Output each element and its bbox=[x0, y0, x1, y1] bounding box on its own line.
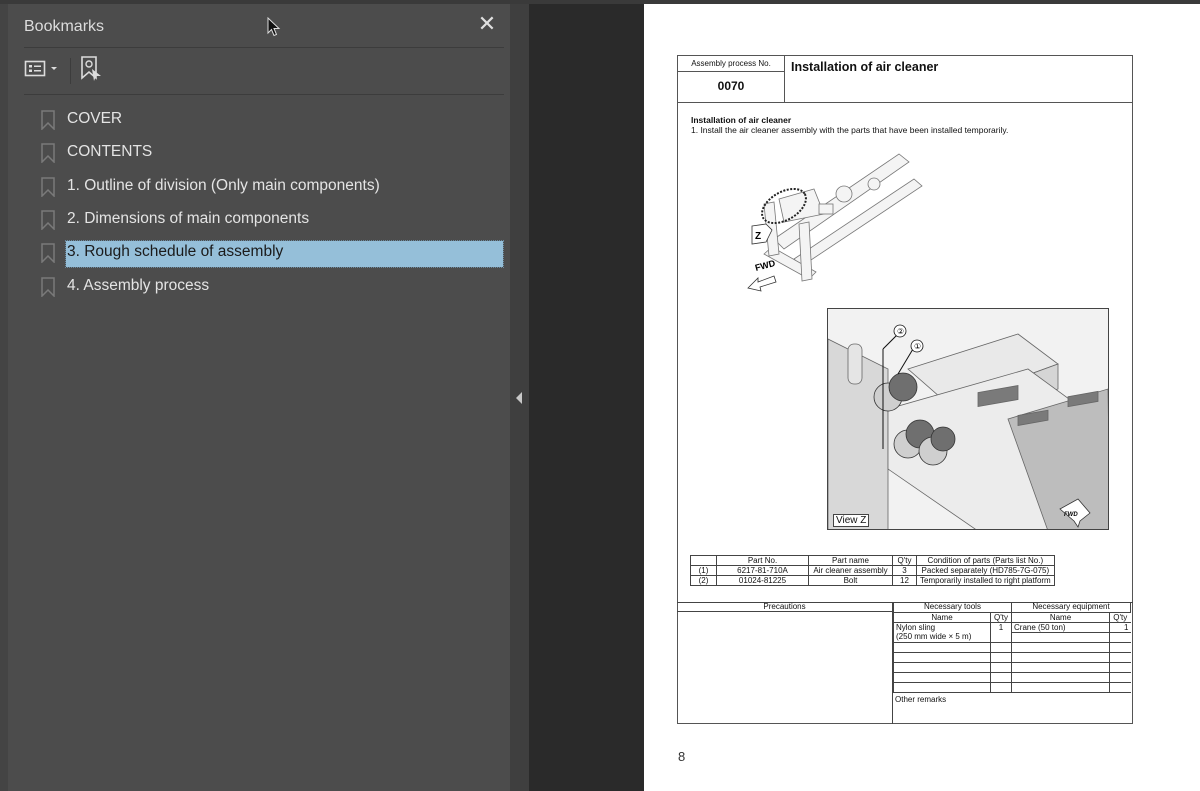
bookmark-label: 4. Assembly process bbox=[67, 277, 210, 294]
tools-label: Necessary tools bbox=[893, 602, 1012, 613]
precautions-section: Precautions bbox=[677, 602, 893, 724]
tools-equipment-table: Necessary tools Necessary equipment Name… bbox=[893, 602, 1131, 693]
bookmark-icon bbox=[41, 177, 55, 197]
machine-illustration: ② ① FWD bbox=[828, 324, 1108, 529]
process-no: 0070 bbox=[677, 71, 785, 103]
process-title: Installation of air cleaner bbox=[784, 55, 1133, 103]
header-divider bbox=[24, 47, 504, 48]
bookmark-label: CONTENTS bbox=[67, 143, 153, 160]
view-z-label: View Z bbox=[833, 514, 870, 527]
table-row: (2) 01024-81225 Bolt 12 Temporarily inst… bbox=[690, 575, 1055, 586]
bookmark-cover[interactable]: COVER bbox=[8, 104, 510, 134]
bookmarks-title: Bookmarks bbox=[24, 18, 105, 35]
header-cell: Part name bbox=[808, 555, 893, 566]
toolbar-separator bbox=[70, 58, 71, 84]
header-divider bbox=[677, 102, 1133, 103]
bookmark-dimensions[interactable]: 2. Dimensions of main components bbox=[8, 204, 510, 234]
bookmark-contents[interactable]: CONTENTS bbox=[8, 137, 510, 167]
chevron-left-icon bbox=[516, 392, 522, 404]
mouse-cursor-icon bbox=[267, 17, 281, 37]
fwd-label: FWD bbox=[754, 258, 777, 273]
bookmark-icon bbox=[41, 210, 55, 230]
table-row: (1) 6217-81-710A Air cleaner assembly 3 … bbox=[690, 565, 1055, 576]
precautions-label: Precautions bbox=[677, 602, 892, 612]
fwd-label: FWD bbox=[1064, 512, 1078, 518]
bookmark-outline-of-division[interactable]: 1. Outline of division (Only main compon… bbox=[8, 171, 510, 201]
bookmark-label: 3. Rough schedule of assembly bbox=[65, 240, 504, 268]
table-header-row: Part No. Part name Q'ty Condition of par… bbox=[690, 555, 1055, 566]
other-remarks: Other remarks bbox=[895, 695, 947, 704]
callout-2: ② bbox=[897, 327, 904, 336]
bookmarks-toolbar bbox=[24, 54, 504, 84]
equipment-label: Necessary equipment bbox=[1011, 602, 1131, 613]
bookmark-icon bbox=[41, 143, 55, 163]
header-cell bbox=[690, 555, 717, 566]
find-current-bookmark-button[interactable] bbox=[80, 54, 104, 84]
find-current-bookmark-icon bbox=[81, 56, 101, 81]
bookmarks-header: Bookmarks ✕ bbox=[24, 14, 504, 46]
header-cell: Part No. bbox=[716, 555, 809, 566]
z-label: Z bbox=[755, 231, 761, 242]
section-title: Installation of air cleaner bbox=[691, 115, 792, 125]
process-no-label: Assembly process No. bbox=[677, 55, 785, 72]
bookmark-label: COVER bbox=[67, 110, 123, 127]
close-icon[interactable]: ✕ bbox=[476, 14, 498, 36]
sidebar-edge bbox=[0, 4, 8, 791]
bookmark-label: 1. Outline of division (Only main compon… bbox=[67, 177, 380, 194]
bookmark-label: 2. Dimensions of main components bbox=[67, 210, 310, 227]
bookmark-icon bbox=[41, 243, 55, 263]
parts-table: Part No. Part name Q'ty Condition of par… bbox=[690, 555, 1055, 586]
bookmark-assembly-process[interactable]: 4. Assembly process bbox=[8, 271, 510, 301]
header-cell: Condition of parts (Parts list No.) bbox=[916, 555, 1055, 566]
bookmarks-panel: Bookmarks ✕ COVER CONTENTS 1. Outline of… bbox=[8, 4, 510, 791]
bookmark-icon bbox=[41, 277, 55, 297]
fwd-arrow-icon bbox=[747, 275, 777, 292]
collapse-sidebar-button[interactable] bbox=[510, 4, 529, 791]
frame-illustration: Z FWD bbox=[747, 153, 923, 292]
header-cell: Q'ty bbox=[892, 555, 917, 566]
bookmark-icon bbox=[41, 110, 55, 130]
list-options-icon bbox=[24, 60, 57, 77]
pdf-page: Assembly process No. 0070 Installation o… bbox=[644, 4, 1200, 791]
callout-1: ① bbox=[914, 342, 921, 351]
bookmark-rough-schedule[interactable]: 3. Rough schedule of assembly bbox=[8, 237, 510, 268]
options-menu-button[interactable] bbox=[24, 54, 60, 84]
page-number: 8 bbox=[678, 749, 686, 764]
view-z-illustration: ② ① FWD View Z bbox=[827, 308, 1109, 530]
toolbar-divider bbox=[24, 94, 504, 95]
section-step: 1. Install the air cleaner assembly with… bbox=[691, 125, 1009, 135]
